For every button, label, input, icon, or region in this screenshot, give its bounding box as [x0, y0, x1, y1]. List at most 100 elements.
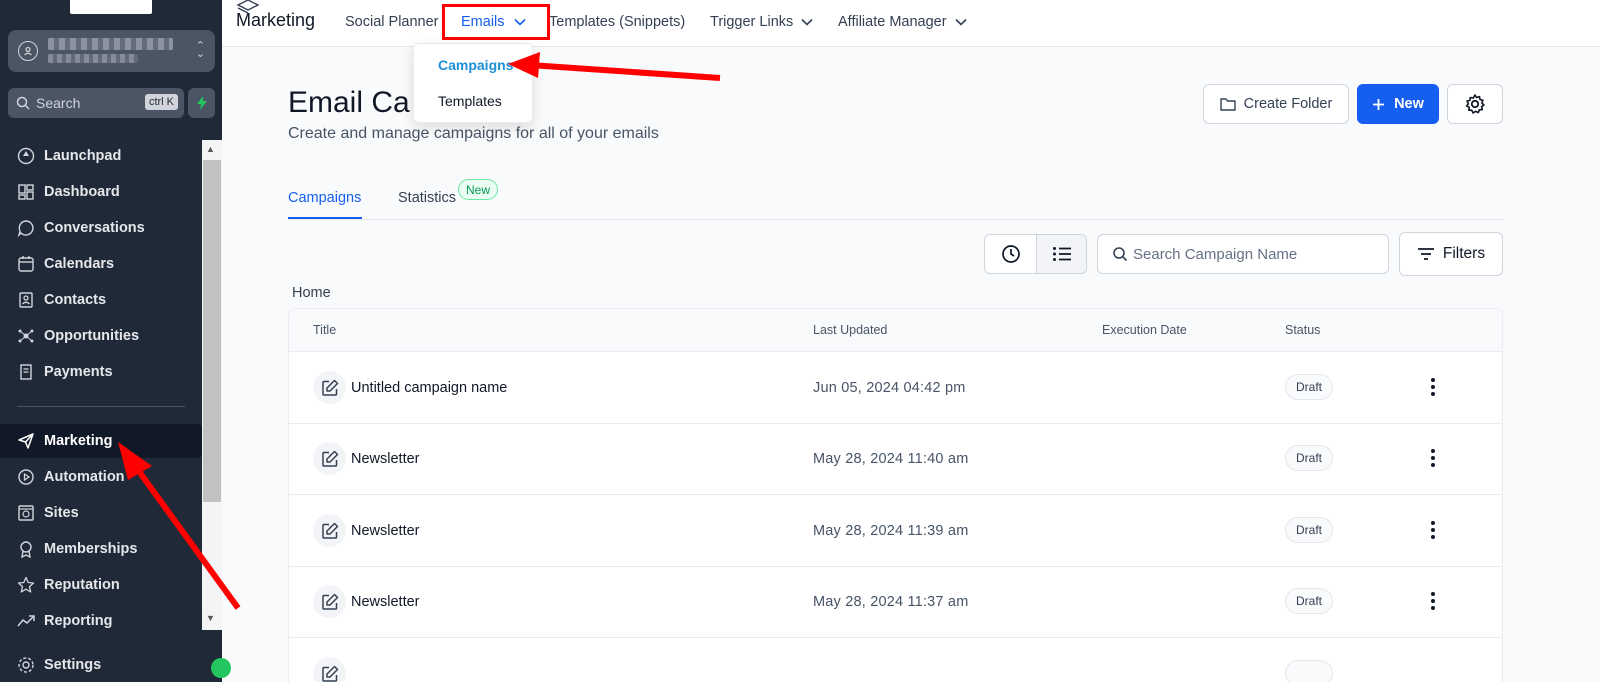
edit-icon[interactable]: [313, 371, 346, 404]
annotation-arrow-campaigns: [508, 52, 721, 81]
clock-icon: [1001, 245, 1020, 263]
breadcrumb[interactable]: Home: [292, 285, 331, 301]
star-icon: [17, 576, 35, 593]
trend-icon: [17, 615, 35, 627]
table-row[interactable]: [289, 638, 1502, 682]
sidebar-item-calendars[interactable]: Calendars: [0, 247, 202, 281]
filters-button[interactable]: Filters: [1399, 232, 1503, 276]
sidebar-item-marketing[interactable]: Marketing: [0, 424, 202, 458]
chevron-down-icon: [954, 18, 967, 26]
tab-campaigns[interactable]: Campaigns: [288, 190, 361, 206]
page-subtitle: Create and manage campaigns for all of y…: [288, 125, 659, 142]
calendar-icon: [18, 256, 34, 272]
table-row[interactable]: Newsletter May 28, 2024 11:39 am Draft: [289, 495, 1502, 567]
menu-item-templates[interactable]: Templates: [438, 93, 502, 109]
folder-icon: [1219, 98, 1236, 111]
create-folder-button[interactable]: Create Folder: [1203, 84, 1349, 124]
more-options-icon[interactable]: [1425, 447, 1441, 469]
edit-icon[interactable]: [313, 585, 346, 618]
campaign-title[interactable]: Newsletter: [351, 451, 420, 467]
campaign-updated: May 28, 2024 11:39 am: [813, 523, 969, 539]
campaigns-table: Title Last Updated Execution Date Status…: [288, 308, 1503, 682]
sidebar-scroll-thumb[interactable]: [203, 160, 221, 502]
tabs-divider: [288, 219, 1503, 220]
campaign-search-input[interactable]: Search Campaign Name: [1097, 234, 1389, 274]
sidebar-item-dashboard[interactable]: Dashboard: [0, 175, 202, 209]
account-switcher[interactable]: ⌃ ⌄: [8, 30, 215, 72]
sidebar-item-reputation[interactable]: Reputation: [0, 568, 202, 602]
view-toggle: [984, 234, 1087, 274]
search-placeholder: Search Campaign Name: [1133, 245, 1298, 263]
sidebar-item-launchpad[interactable]: Launchpad: [0, 139, 202, 173]
more-options-icon[interactable]: [1425, 376, 1441, 398]
sidebar-item-label: Launchpad: [44, 148, 122, 164]
status-badge-partial: [1285, 660, 1333, 682]
sidebar-item-reporting[interactable]: Reporting: [0, 604, 202, 638]
send-icon: [18, 433, 34, 449]
nav-templates-snippets[interactable]: Templates (Snippets): [549, 14, 685, 30]
sidebar-item-automation[interactable]: Automation: [0, 460, 202, 494]
table-row[interactable]: Newsletter May 28, 2024 11:37 am Draft: [289, 566, 1502, 638]
emails-dropdown-menu: Campaigns Templates: [413, 43, 533, 123]
settings-button[interactable]: [1447, 84, 1503, 124]
sidebar-item-label: Conversations: [44, 220, 145, 236]
rocket-icon: [17, 147, 35, 165]
sidebar-item-contacts[interactable]: Contacts: [0, 283, 202, 317]
quick-action-button[interactable]: [188, 88, 215, 118]
sidebar-item-sites[interactable]: Sites: [0, 496, 202, 530]
sidebar-item-opportunities[interactable]: Opportunities: [0, 319, 202, 353]
sidebar-item-label: Marketing: [44, 433, 113, 449]
nav-label: Social Planner: [345, 14, 439, 30]
menu-item-campaigns[interactable]: Campaigns: [438, 57, 513, 73]
chat-icon: [17, 220, 34, 237]
status-badge: Draft: [1285, 517, 1333, 543]
edit-icon[interactable]: [313, 657, 346, 682]
tab-statistics[interactable]: Statistics: [398, 190, 456, 206]
sidebar-item-label: Dashboard: [44, 184, 120, 200]
nav-trigger-links[interactable]: Trigger Links: [710, 14, 813, 30]
nav-label: Templates (Snippets): [549, 14, 686, 30]
sidebar-item-label: Automation: [44, 469, 125, 485]
sidebar-item-conversations[interactable]: Conversations: [0, 211, 202, 245]
edit-icon[interactable]: [313, 514, 346, 547]
location-icon: [18, 41, 38, 61]
status-badge: Draft: [1285, 588, 1333, 614]
plus-icon: [1373, 98, 1385, 110]
chevron-updown-icon: ⌃ ⌄: [195, 40, 205, 60]
scroll-down-icon[interactable]: ▼: [206, 613, 215, 623]
scroll-up-icon[interactable]: ▲: [206, 144, 215, 154]
table-row[interactable]: Newsletter May 28, 2024 11:40 am Draft: [289, 423, 1502, 495]
campaign-title[interactable]: Newsletter: [351, 594, 420, 610]
sidebar-item-label: Reporting: [44, 613, 113, 629]
list-view-button[interactable]: [1036, 235, 1086, 273]
nav-label: Trigger Links: [710, 14, 794, 30]
sidebar: ⌃ ⌄ Search ctrl K Launchpad Dashboard Con…: [0, 0, 222, 682]
sidebar-item-label: Payments: [44, 364, 113, 380]
sidebar-item-settings[interactable]: Settings: [0, 648, 202, 682]
filters-label: Filters: [1442, 245, 1486, 262]
col-title[interactable]: Title: [313, 323, 336, 337]
edit-icon[interactable]: [313, 442, 346, 475]
more-options-icon[interactable]: [1425, 590, 1441, 612]
new-button[interactable]: New: [1357, 84, 1439, 124]
nav-social-planner[interactable]: Social Planner: [345, 14, 439, 30]
campaign-updated: May 28, 2024 11:40 am: [813, 451, 969, 467]
gear-icon: [1465, 94, 1485, 114]
bolt-icon: [196, 96, 207, 110]
campaign-title[interactable]: Untitled campaign name: [351, 380, 507, 396]
col-status[interactable]: Status: [1285, 323, 1320, 337]
col-execution-date[interactable]: Execution Date: [1102, 323, 1187, 337]
col-last-updated[interactable]: Last Updated: [813, 323, 887, 337]
table-row[interactable]: Untitled campaign name Jun 05, 2024 04:4…: [289, 352, 1502, 424]
recent-view-button[interactable]: [985, 235, 1036, 273]
more-options-icon[interactable]: [1425, 519, 1441, 541]
chevron-down-icon: [801, 18, 813, 26]
contacts-icon: [19, 292, 33, 308]
nav-affiliate-manager[interactable]: Affiliate Manager: [838, 14, 967, 30]
status-badge: Draft: [1285, 445, 1333, 471]
sidebar-search[interactable]: Search ctrl K: [8, 88, 184, 118]
new-label: New: [1394, 96, 1424, 112]
campaign-title[interactable]: Newsletter: [351, 523, 420, 539]
sidebar-item-memberships[interactable]: Memberships: [0, 532, 202, 566]
sidebar-item-payments[interactable]: Payments: [0, 355, 202, 389]
